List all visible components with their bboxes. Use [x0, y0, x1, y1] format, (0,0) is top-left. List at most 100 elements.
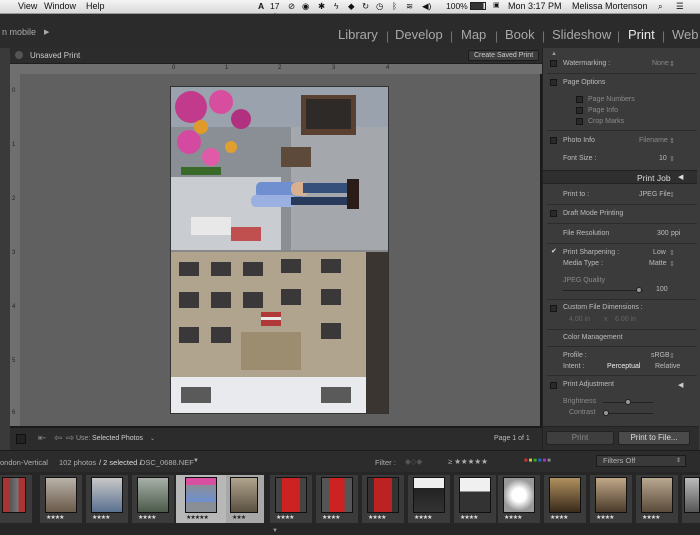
- print-to-file-button[interactable]: Print to File...: [618, 431, 690, 445]
- jpeg-quality-slider[interactable]: [563, 290, 643, 291]
- photo-info-checkbox[interactable]: [550, 137, 557, 144]
- chevron-right-icon[interactable]: ▶: [44, 28, 49, 36]
- watermarking-checkbox[interactable]: [550, 60, 557, 67]
- file-resolution-value[interactable]: 300: [657, 230, 669, 237]
- filmstrip-thumb-selected[interactable]: ★★★★★: [176, 475, 226, 523]
- next-page-icon[interactable]: ⇨: [66, 433, 74, 444]
- filmstrip-thumb[interactable]: ★★★★: [636, 475, 678, 523]
- bluetooth-icon[interactable]: ⊘: [288, 1, 295, 12]
- draft-mode-checkbox[interactable]: [550, 210, 557, 217]
- filmstrip-thumb[interactable]: [682, 475, 700, 523]
- scroll-up-icon[interactable]: ▲: [551, 51, 557, 57]
- chevron-updown-icon[interactable]: ⇕: [669, 352, 675, 360]
- source-label[interactable]: ondon-Vertical: [0, 458, 48, 467]
- sharpening-select[interactable]: Low: [653, 249, 666, 256]
- clock[interactable]: Mon 3:17 PM: [508, 1, 562, 11]
- print-to-select[interactable]: JPEG File: [639, 191, 671, 198]
- chevron-updown-icon[interactable]: ⇕: [669, 249, 675, 257]
- collapse-triangle-icon[interactable]: ◀: [678, 381, 683, 389]
- page-numbers-checkbox[interactable]: [576, 96, 583, 103]
- media-type-select[interactable]: Matte: [649, 260, 667, 267]
- collapse-triangle-icon[interactable]: ◀: [678, 173, 683, 181]
- print-adjustment-checkbox[interactable]: [550, 382, 557, 389]
- contrast-thumb[interactable]: [602, 410, 609, 416]
- photo-street-couple[interactable]: [171, 87, 389, 250]
- checkmark-icon[interactable]: ✔: [551, 247, 557, 255]
- photo-info-select[interactable]: Filename: [639, 137, 668, 144]
- jpeg-quality-thumb[interactable]: [636, 287, 642, 293]
- filmstrip-thumb[interactable]: ★★★★: [270, 475, 312, 523]
- first-page-icon[interactable]: ⇤: [38, 433, 46, 444]
- menu-help[interactable]: Help: [86, 1, 105, 11]
- filmstrip-thumb[interactable]: ★★★★: [362, 475, 404, 523]
- filmstrip-thumb[interactable]: ★★★★: [454, 475, 496, 523]
- photo-building-facade[interactable]: [171, 252, 389, 414]
- wifi-icon[interactable]: ≋: [406, 1, 413, 12]
- filmstrip-thumb[interactable]: [0, 475, 32, 523]
- custom-dimensions-checkbox[interactable]: [550, 305, 557, 312]
- use-select[interactable]: Selected Photos: [92, 435, 143, 442]
- filmstrip-thumb[interactable]: ★★★★: [498, 475, 540, 523]
- module-print[interactable]: Print: [628, 27, 655, 42]
- filmstrip-thumb-selected[interactable]: ★★★: [226, 475, 264, 523]
- previous-page-icon[interactable]: ⇦: [54, 433, 62, 444]
- filmstrip-thumb[interactable]: ★★★★: [40, 475, 82, 523]
- menu-view[interactable]: View: [18, 1, 37, 11]
- module-book[interactable]: Book: [505, 27, 535, 42]
- filmstrip-thumb[interactable]: ★★★★: [590, 475, 632, 523]
- chevron-updown-icon[interactable]: ⇕: [669, 60, 675, 68]
- chevron-updown-icon[interactable]: ⇕: [669, 155, 675, 163]
- profile-select[interactable]: sRGB: [651, 352, 670, 359]
- bottom-panel-toggle[interactable]: ▼: [0, 528, 700, 535]
- lightning-icon[interactable]: ϟ: [334, 1, 339, 11]
- grid-toggle-icon[interactable]: [16, 434, 26, 444]
- brightness-thumb[interactable]: [625, 399, 631, 405]
- star-icon[interactable]: ✱: [318, 1, 325, 12]
- filmstrip-thumb[interactable]: ★★★★: [132, 475, 174, 523]
- adobe-icon[interactable]: A: [258, 1, 264, 11]
- sync-icon[interactable]: ↻: [362, 1, 369, 12]
- bluetooth-b-icon[interactable]: ᛒ: [392, 1, 397, 11]
- user-name[interactable]: Melissa Mortenson: [572, 1, 648, 11]
- create-saved-print-button[interactable]: Create Saved Print: [468, 50, 540, 61]
- eye-icon[interactable]: ◉: [302, 1, 309, 12]
- module-web[interactable]: Web: [672, 27, 699, 42]
- module-library[interactable]: Library: [338, 27, 378, 42]
- chevron-updown-icon[interactable]: ⇕: [676, 457, 681, 464]
- dropbox-icon[interactable]: ◆: [348, 1, 355, 12]
- rating-filter[interactable]: ≥ ★★★★★: [448, 457, 488, 466]
- module-slideshow[interactable]: Slideshow: [552, 27, 611, 42]
- chevron-down-icon[interactable]: ▼: [193, 458, 199, 464]
- chevron-updown-icon[interactable]: ⇕: [669, 137, 675, 145]
- page-info-checkbox[interactable]: [576, 107, 583, 114]
- chevron-updown-icon[interactable]: ⇕: [669, 260, 675, 268]
- filmstrip-thumb[interactable]: ★★★★: [316, 475, 358, 523]
- time-machine-icon[interactable]: ◷: [376, 1, 383, 12]
- jpeg-quality-value[interactable]: 100: [656, 286, 668, 293]
- battery-level[interactable]: 100%: [446, 1, 468, 11]
- contrast-slider[interactable]: [603, 413, 653, 414]
- flag-filter-icon[interactable]: ◆◇◆: [405, 457, 422, 466]
- crop-marks-checkbox[interactable]: [576, 118, 583, 125]
- flag-icon[interactable]: ▣: [493, 1, 500, 9]
- volume-icon[interactable]: ◀): [422, 1, 431, 12]
- font-size-select[interactable]: 10: [659, 155, 667, 162]
- list-icon[interactable]: ☰: [676, 1, 684, 12]
- collapse-bottom-icon[interactable]: ▼: [272, 528, 278, 534]
- intent-perceptual[interactable]: Perceptual: [607, 363, 640, 370]
- print-button[interactable]: Print: [546, 431, 614, 445]
- page-options-checkbox[interactable]: [550, 79, 557, 86]
- filmstrip-thumb[interactable]: ★★★★: [86, 475, 128, 523]
- module-map[interactable]: Map: [461, 27, 486, 42]
- filter-preset-select[interactable]: Filters Off: [596, 455, 686, 467]
- print-page[interactable]: [170, 86, 389, 414]
- custom-width-field[interactable]: 4.00 in: [569, 316, 590, 323]
- menu-window[interactable]: Window: [44, 1, 76, 11]
- chevron-updown-icon[interactable]: ⇕: [669, 191, 675, 199]
- spotlight-icon[interactable]: ⌕: [658, 1, 663, 12]
- module-develop[interactable]: Develop: [395, 27, 443, 42]
- battery-icon[interactable]: [470, 2, 486, 10]
- watermarking-select[interactable]: None: [652, 60, 669, 67]
- custom-height-field[interactable]: 6.00 in: [615, 316, 636, 323]
- intent-relative[interactable]: Relative: [655, 363, 680, 370]
